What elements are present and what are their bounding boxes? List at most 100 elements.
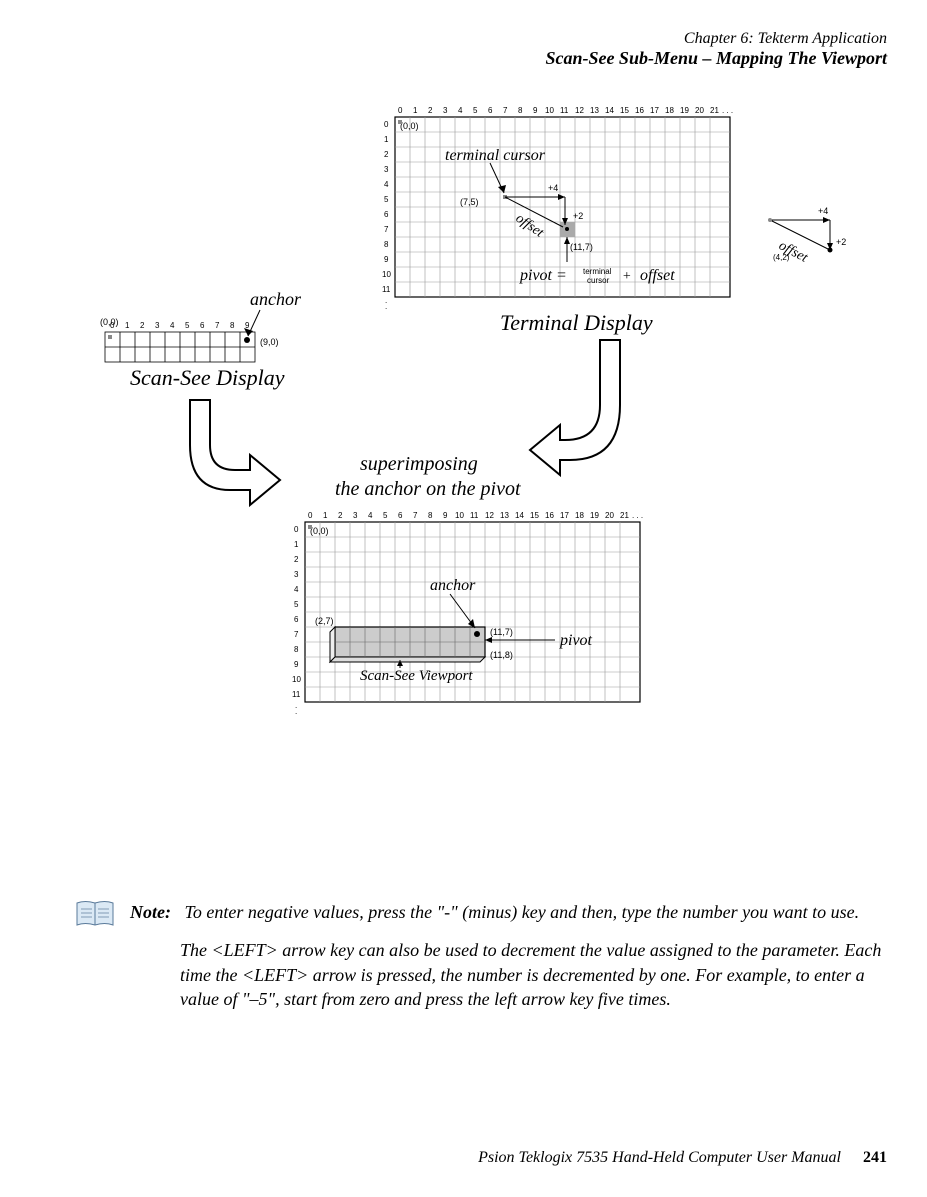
svg-text:1: 1 [125, 321, 130, 330]
svg-text:10: 10 [292, 675, 301, 684]
svg-text:2: 2 [384, 150, 389, 159]
pt-118: (11,8) [490, 650, 513, 660]
svg-text:19: 19 [680, 106, 689, 115]
svg-text:2: 2 [140, 321, 145, 330]
offset-word: offset [640, 267, 675, 284]
plus4-b: +4 [818, 206, 828, 216]
svg-text:11: 11 [292, 690, 301, 699]
main-diagram: (0,0) 0123 4567 89 01 (9,0) [100, 100, 895, 870]
svg-text:11: 11 [560, 106, 569, 115]
note-p1: To enter negative values, press the "-" … [184, 902, 859, 922]
svg-text:2: 2 [294, 555, 299, 564]
svg-text:13: 13 [590, 106, 599, 115]
anchor-label-top: anchor [250, 289, 302, 309]
chapter-line: Chapter 6: Tekterm Application [545, 30, 887, 48]
plus-word: + [622, 269, 631, 284]
svg-text:.: . [295, 707, 297, 716]
subtitle-line: Scan-See Sub-Menu – Mapping The Viewport [545, 48, 887, 69]
svg-text:4: 4 [384, 180, 389, 189]
svg-text:12: 12 [575, 106, 584, 115]
page-number: 241 [863, 1149, 887, 1166]
svg-text:18: 18 [665, 106, 674, 115]
svg-text:2: 2 [428, 106, 433, 115]
tc-small1: terminal [583, 267, 612, 276]
svg-text:1: 1 [323, 511, 328, 520]
svg-text:3: 3 [443, 106, 448, 115]
svg-text:0: 0 [384, 120, 389, 129]
pt-27: (2,7) [315, 616, 334, 626]
tc-small2: cursor [587, 276, 610, 285]
svg-text:7: 7 [294, 630, 299, 639]
offset-42: (4,2) [773, 253, 790, 262]
pivot-label-bottom: pivot [559, 632, 593, 649]
svg-text:14: 14 [605, 106, 614, 115]
note-block: Note: To enter negative values, press th… [75, 900, 887, 1025]
svg-text:10: 10 [455, 511, 464, 520]
page-footer: Psion Teklogix 7535 Hand-Held Computer U… [478, 1149, 887, 1167]
svg-text:17: 17 [560, 511, 569, 520]
svg-text:. . .: . . . [632, 511, 643, 520]
svg-text:16: 16 [635, 106, 644, 115]
terminal-display-label: Terminal Display [500, 310, 653, 335]
svg-text:1: 1 [384, 135, 389, 144]
svg-text:6: 6 [398, 511, 403, 520]
svg-text:5: 5 [383, 511, 388, 520]
pt-75: (7,5) [460, 197, 479, 207]
page-header: Chapter 6: Tekterm Application Scan-See … [545, 30, 887, 69]
svg-text:0: 0 [110, 321, 115, 330]
svg-text:19: 19 [590, 511, 599, 520]
svg-text:4: 4 [170, 321, 175, 330]
svg-text:10: 10 [545, 106, 554, 115]
plus2-b: +2 [836, 237, 846, 247]
svg-text:6: 6 [488, 106, 493, 115]
svg-text:5: 5 [384, 195, 389, 204]
svg-text:3: 3 [353, 511, 358, 520]
svg-text:3: 3 [155, 321, 160, 330]
scan-see-display-label: Scan-See Display [130, 365, 285, 390]
svg-text:21: 21 [620, 511, 629, 520]
svg-text:5: 5 [473, 106, 478, 115]
svg-text:6: 6 [294, 615, 299, 624]
pt-117-b: (11,7) [490, 627, 513, 637]
svg-text:9: 9 [384, 255, 389, 264]
svg-text:7: 7 [384, 225, 389, 234]
svg-text:0: 0 [294, 525, 299, 534]
svg-text:9: 9 [443, 511, 448, 520]
pt-90: (9,0) [260, 337, 279, 347]
svg-text:1: 1 [294, 540, 299, 549]
svg-text:4: 4 [294, 585, 299, 594]
svg-text:9: 9 [533, 106, 538, 115]
pt-00-bottom: (0,0) [310, 526, 329, 536]
svg-text:20: 20 [605, 511, 614, 520]
svg-text:6: 6 [384, 210, 389, 219]
pivot-eq: pivot = [519, 267, 567, 284]
note-label: Note: [130, 902, 171, 922]
svg-text:11: 11 [470, 511, 479, 520]
footer-title: Psion Teklogix 7535 Hand-Held Computer U… [478, 1149, 841, 1166]
svg-text:17: 17 [650, 106, 659, 115]
svg-text:9: 9 [294, 660, 299, 669]
note-p2: The <LEFT> arrow key can also be used to… [180, 938, 887, 1011]
svg-text:16: 16 [545, 511, 554, 520]
pt-00-terminal: (0,0) [400, 121, 419, 131]
book-icon [75, 900, 115, 930]
svg-text:11: 11 [382, 285, 391, 294]
svg-text:8: 8 [294, 645, 299, 654]
svg-text:15: 15 [620, 106, 629, 115]
svg-text:3: 3 [384, 165, 389, 174]
svg-text:. . .: . . . [722, 106, 733, 115]
svg-text:6: 6 [200, 321, 205, 330]
svg-text:14: 14 [515, 511, 524, 520]
superimposing-1: superimposing [360, 453, 478, 475]
svg-text:8: 8 [230, 321, 235, 330]
svg-text:3: 3 [294, 570, 299, 579]
svg-text:8: 8 [428, 511, 433, 520]
svg-text:4: 4 [368, 511, 373, 520]
plus4-a: +4 [548, 183, 558, 193]
svg-text:10: 10 [382, 270, 391, 279]
svg-text:0: 0 [398, 106, 403, 115]
scan-see-viewport-label: Scan-See Viewport [360, 668, 473, 684]
svg-text:8: 8 [384, 240, 389, 249]
svg-text:1: 1 [413, 106, 418, 115]
svg-text:20: 20 [695, 106, 704, 115]
